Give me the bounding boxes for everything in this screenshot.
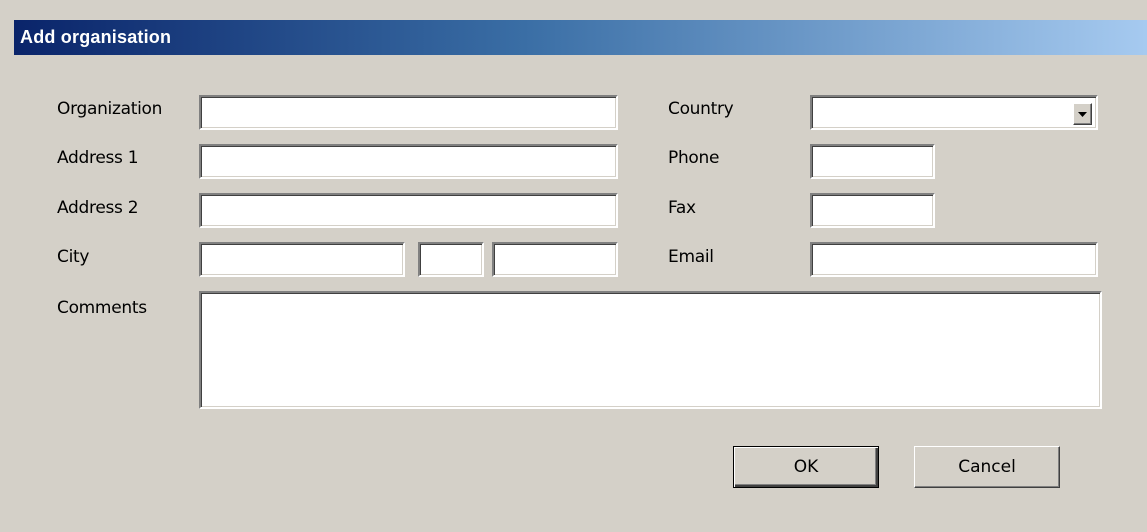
comments-textarea[interactable] xyxy=(201,293,1100,407)
address1-field[interactable] xyxy=(199,144,618,179)
phone-input[interactable] xyxy=(812,146,933,177)
state-field[interactable] xyxy=(418,242,484,277)
address2-input[interactable] xyxy=(201,195,616,226)
fax-label: Fax xyxy=(668,198,696,218)
comments-label: Comments xyxy=(57,298,147,318)
city-field[interactable] xyxy=(199,242,405,277)
ok-button[interactable]: OK xyxy=(733,446,879,488)
address2-field[interactable] xyxy=(199,193,618,228)
title-bar[interactable]: Add organisation xyxy=(14,20,1147,55)
cancel-button[interactable]: Cancel xyxy=(914,446,1060,488)
chevron-down-icon xyxy=(1078,111,1087,117)
phone-label: Phone xyxy=(668,148,720,168)
organization-label: Organization xyxy=(57,99,163,119)
add-organisation-dialog: Add organisation Organization Address 1 … xyxy=(0,0,1147,532)
phone-field[interactable] xyxy=(810,144,935,179)
address1-input[interactable] xyxy=(201,146,616,177)
fax-field[interactable] xyxy=(810,193,935,228)
country-select[interactable] xyxy=(810,95,1098,130)
city-label: City xyxy=(57,247,90,267)
zip-input[interactable] xyxy=(494,244,616,275)
address2-label: Address 2 xyxy=(57,198,139,218)
email-label: Email xyxy=(668,247,714,267)
zip-field[interactable] xyxy=(492,242,618,277)
state-input[interactable] xyxy=(420,244,482,275)
dialog-title: Add organisation xyxy=(20,27,172,47)
organization-field[interactable] xyxy=(199,95,618,130)
country-label: Country xyxy=(668,99,734,119)
email-field[interactable] xyxy=(810,242,1098,277)
fax-input[interactable] xyxy=(812,195,933,226)
address1-label: Address 1 xyxy=(57,148,139,168)
email-input[interactable] xyxy=(812,244,1096,275)
country-dropdown-button[interactable] xyxy=(1073,103,1092,125)
organization-input[interactable] xyxy=(201,97,616,128)
comments-field[interactable] xyxy=(199,291,1102,409)
city-input[interactable] xyxy=(201,244,403,275)
